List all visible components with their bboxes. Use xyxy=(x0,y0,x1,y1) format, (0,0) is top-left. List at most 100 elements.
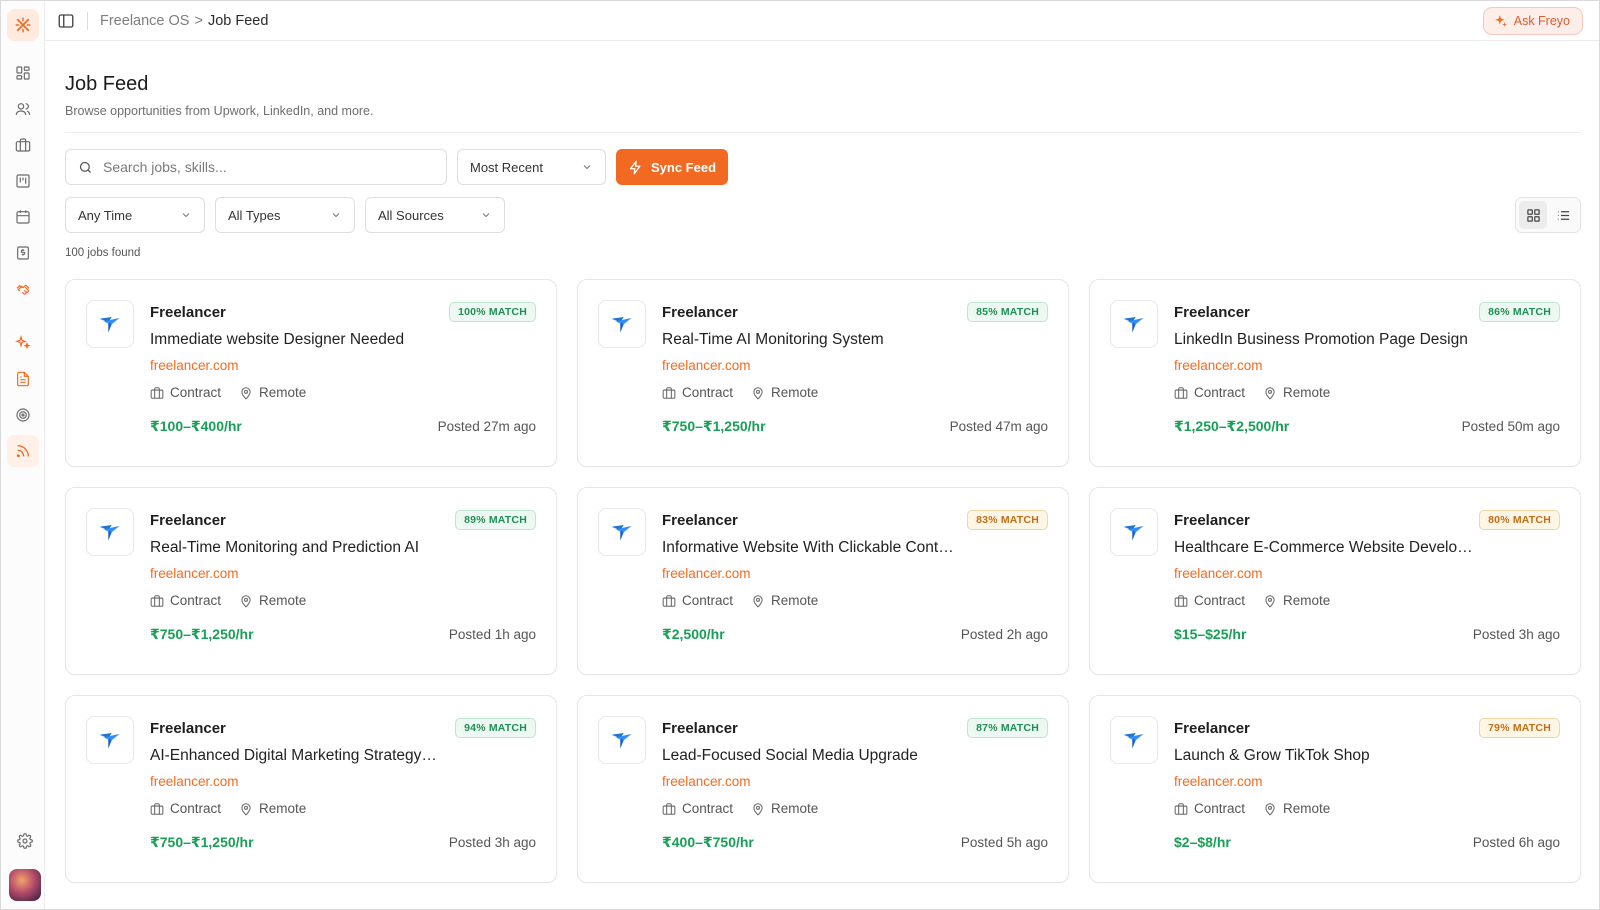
job-type: Contract xyxy=(682,593,734,608)
job-card-body: Freelancer 87% MATCH Lead-Focused Social… xyxy=(662,716,1048,882)
briefcase-icon xyxy=(1174,802,1188,815)
job-source-link[interactable]: freelancer.com xyxy=(1174,566,1560,581)
job-card[interactable]: Freelancer 100% MATCH Immediate website … xyxy=(65,279,557,467)
job-card[interactable]: Freelancer 87% MATCH Lead-Focused Social… xyxy=(577,695,1069,883)
search-input[interactable] xyxy=(103,159,434,175)
sidebar-item-clients[interactable] xyxy=(7,93,39,125)
target-icon xyxy=(15,408,30,422)
job-title[interactable]: AI-Enhanced Digital Marketing Strategy… xyxy=(150,744,450,768)
job-card-body: Freelancer 83% MATCH Informative Website… xyxy=(662,508,1048,674)
list-view-button[interactable] xyxy=(1549,201,1577,229)
handshake-icon xyxy=(16,284,29,295)
search-box[interactable] xyxy=(65,149,447,185)
job-title[interactable]: Real-Time Monitoring and Prediction AI xyxy=(150,536,450,560)
job-meta: Contract Remote xyxy=(662,801,1048,816)
breadcrumb-separator: > xyxy=(194,12,203,29)
app-logo-icon[interactable] xyxy=(6,9,39,41)
breadcrumb-root[interactable]: Freelance OS xyxy=(100,13,189,29)
sidebar-item-goals[interactable] xyxy=(7,399,39,431)
sync-feed-button[interactable]: Sync Feed xyxy=(616,149,729,185)
location-pin-icon xyxy=(241,802,251,816)
sidebar-item-invoices[interactable] xyxy=(7,237,39,269)
job-rate: ₹400–₹750/hr xyxy=(662,834,754,850)
sort-select[interactable]: Most Recent xyxy=(457,149,606,185)
match-badge: 87% MATCH xyxy=(967,718,1048,738)
job-card[interactable]: Freelancer 80% MATCH Healthcare E-Commer… xyxy=(1089,487,1581,675)
job-feed-page: Job Feed Browse opportunities from Upwor… xyxy=(45,41,1599,883)
sidebar-item-board[interactable] xyxy=(7,165,39,197)
job-source-link[interactable]: freelancer.com xyxy=(662,358,1048,373)
sidebar-item-deals[interactable] xyxy=(7,273,39,305)
job-card[interactable]: Freelancer 85% MATCH Real-Time AI Monito… xyxy=(577,279,1069,467)
sidebar-toggle-icon[interactable] xyxy=(57,12,75,30)
user-avatar[interactable] xyxy=(9,869,41,901)
sidebar-item-dashboard[interactable] xyxy=(7,57,39,89)
chevron-down-icon xyxy=(583,165,591,170)
job-source-link[interactable]: freelancer.com xyxy=(1174,774,1560,789)
sidebar-item-proposals[interactable] xyxy=(7,363,39,395)
job-meta: Contract Remote xyxy=(662,385,1048,400)
job-card-body: Freelancer 100% MATCH Immediate website … xyxy=(150,300,536,466)
job-type: Contract xyxy=(170,385,222,400)
topbar-divider xyxy=(87,11,88,30)
grid-view-button[interactable] xyxy=(1519,201,1547,229)
rss-feed-icon xyxy=(16,445,29,458)
company-logo-icon xyxy=(86,300,134,348)
job-title[interactable]: Healthcare E-Commerce Website Developmen… xyxy=(1174,536,1474,560)
list-icon xyxy=(1557,210,1569,220)
job-card[interactable]: Freelancer 79% MATCH Launch & Grow TikTo… xyxy=(1089,695,1581,883)
job-card[interactable]: Freelancer 89% MATCH Real-Time Monitorin… xyxy=(65,487,557,675)
briefcase-icon xyxy=(662,802,676,815)
sidebar-item-ai[interactable] xyxy=(7,327,39,359)
job-source-link[interactable]: freelancer.com xyxy=(1174,358,1560,373)
sidebar-item-calendar[interactable] xyxy=(7,201,39,233)
job-title[interactable]: Real-Time AI Monitoring System xyxy=(662,328,962,352)
search-icon xyxy=(79,161,91,173)
chevron-down-icon xyxy=(482,213,490,218)
job-source-link[interactable]: freelancer.com xyxy=(150,774,536,789)
job-source-link[interactable]: freelancer.com xyxy=(150,566,536,581)
sparkle-icon xyxy=(1494,14,1507,27)
sidebar-item-projects[interactable] xyxy=(7,129,39,161)
posted-time: Posted 5h ago xyxy=(960,835,1048,850)
job-title[interactable]: LinkedIn Business Promotion Page Design xyxy=(1174,328,1474,352)
type-filter-select[interactable]: All Types xyxy=(215,197,355,233)
company-name: Freelancer xyxy=(1174,303,1250,321)
job-title[interactable]: Immediate website Designer Needed xyxy=(150,328,450,352)
company-name: Freelancer xyxy=(150,511,226,529)
sort-select-value: Most Recent xyxy=(470,159,543,175)
ask-freyo-button[interactable]: Ask Freyo xyxy=(1482,6,1583,35)
invoice-icon xyxy=(16,246,29,260)
job-meta: Contract Remote xyxy=(1174,801,1560,816)
location-pin-icon xyxy=(241,594,251,608)
job-rate: ₹1,250–₹2,500/hr xyxy=(1174,418,1290,434)
job-card[interactable]: Freelancer 94% MATCH AI-Enhanced Digital… xyxy=(65,695,557,883)
grid-icon xyxy=(1526,208,1540,222)
job-title[interactable]: Informative Website With Clickable Conta… xyxy=(662,536,962,560)
time-filter-select[interactable]: Any Time xyxy=(65,197,205,233)
sparkle-icon xyxy=(14,335,31,350)
sidebar-item-settings[interactable] xyxy=(9,825,41,857)
location-pin-icon xyxy=(1265,386,1275,400)
job-title[interactable]: Lead-Focused Social Media Upgrade xyxy=(662,744,962,768)
company-name: Freelancer xyxy=(150,303,226,321)
job-card[interactable]: Freelancer 83% MATCH Informative Website… xyxy=(577,487,1069,675)
job-source-link[interactable]: freelancer.com xyxy=(662,566,1048,581)
job-location: Remote xyxy=(1283,385,1331,400)
job-rate: ₹100–₹400/hr xyxy=(150,418,242,434)
job-card-body: Freelancer 94% MATCH AI-Enhanced Digital… xyxy=(150,716,536,882)
job-card[interactable]: Freelancer 86% MATCH LinkedIn Business P… xyxy=(1089,279,1581,467)
posted-time: Posted 6h ago xyxy=(1472,834,1560,850)
sidebar-item-job-feed[interactable] xyxy=(6,435,39,467)
job-meta: Contract Remote xyxy=(1174,385,1560,400)
job-source-link[interactable]: freelancer.com xyxy=(150,358,536,373)
job-card-body: Freelancer 86% MATCH LinkedIn Business P… xyxy=(1174,300,1560,466)
job-title[interactable]: Launch & Grow TikTok Shop xyxy=(1174,744,1474,768)
location-pin-icon xyxy=(1265,802,1275,816)
source-filter-select[interactable]: All Sources xyxy=(365,197,505,233)
job-rate: $15–$25/hr xyxy=(1174,626,1247,642)
job-type: Contract xyxy=(170,801,222,816)
match-badge: 79% MATCH xyxy=(1479,718,1560,738)
job-source-link[interactable]: freelancer.com xyxy=(662,774,1048,789)
time-filter-value: Any Time xyxy=(78,207,133,223)
